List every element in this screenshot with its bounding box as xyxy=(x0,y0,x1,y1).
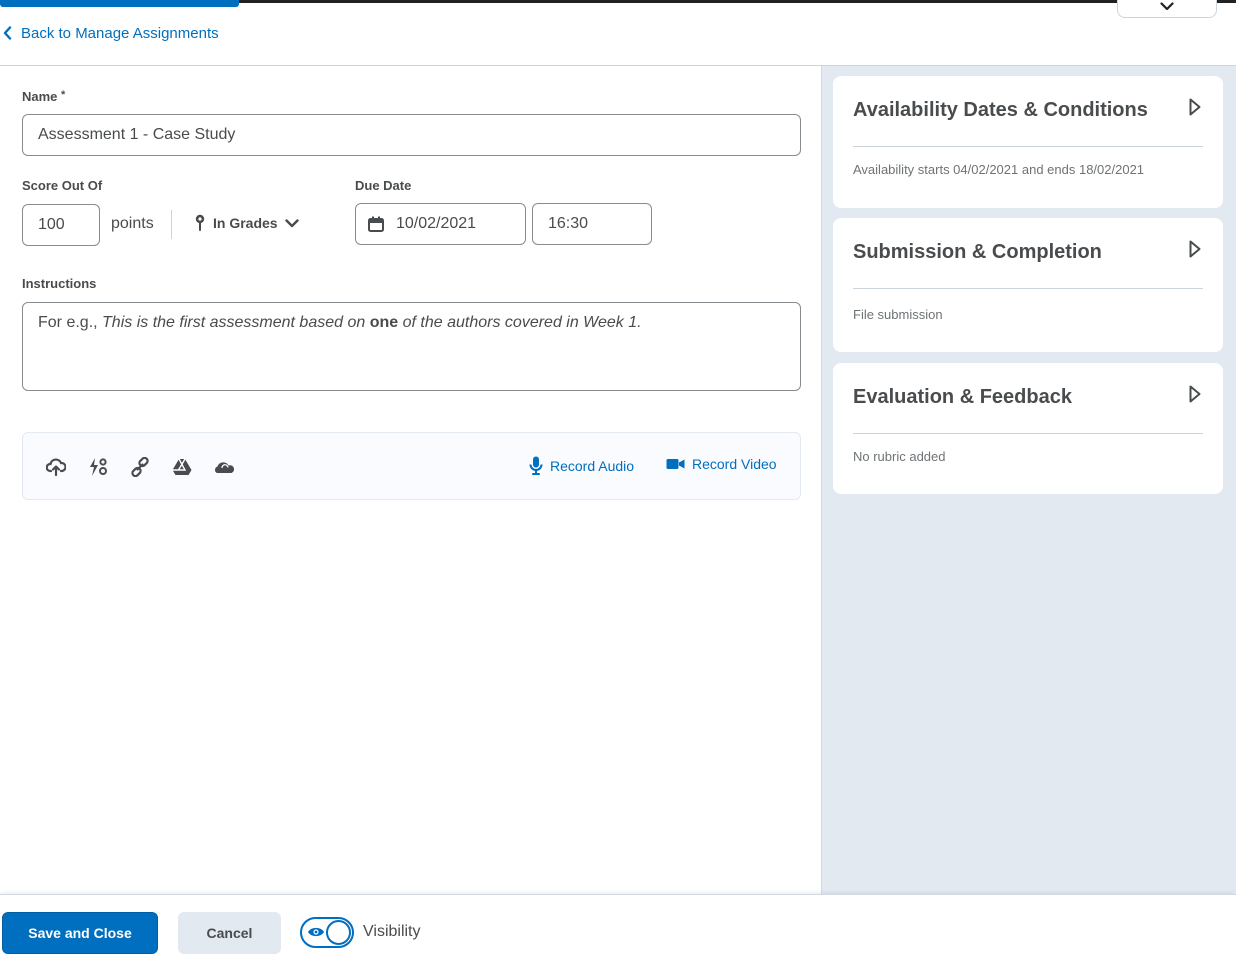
name-label-text: Name xyxy=(22,89,58,104)
name-input[interactable]: Assessment 1 - Case Study xyxy=(22,114,801,156)
upload-button[interactable] xyxy=(45,456,67,478)
onedrive-icon xyxy=(215,462,235,473)
link-icon xyxy=(131,457,149,477)
quicklink-button[interactable] xyxy=(87,456,109,478)
panel-title: Evaluation & Feedback xyxy=(853,386,1072,408)
google-drive-button[interactable] xyxy=(171,456,193,478)
score-input[interactable]: 100 xyxy=(22,204,100,246)
expand-triangle-icon[interactable] xyxy=(1189,240,1201,258)
toggle-knob xyxy=(326,920,351,945)
save-and-close-button[interactable]: Save and Close xyxy=(2,912,158,954)
insert-link-button[interactable] xyxy=(129,456,151,478)
due-time-input[interactable]: 16:30 xyxy=(532,203,652,245)
record-video-button[interactable]: Record Video xyxy=(666,456,777,472)
eye-icon xyxy=(308,927,324,937)
instructions-italic-part-1: This is the first assessment based on xyxy=(102,314,366,331)
active-tab-indicator xyxy=(0,0,239,7)
score-divider xyxy=(171,210,172,239)
availability-panel[interactable]: Availability Dates & Conditions Availabi… xyxy=(833,76,1223,208)
visibility-toggle[interactable] xyxy=(300,917,354,948)
visibility-label: Visibility xyxy=(363,923,421,940)
due-date-input[interactable]: 10/02/2021 xyxy=(355,203,526,245)
instructions-italic-part-2: of the authors covered in Week 1. xyxy=(402,314,642,331)
instructions-editor[interactable]: For e.g., This is the first assessment b… xyxy=(22,302,801,391)
assignment-form: Name * Assessment 1 - Case Study Score O… xyxy=(0,66,821,894)
panel-summary: File submission xyxy=(853,307,943,322)
expand-triangle-icon[interactable] xyxy=(1189,385,1201,403)
back-link-label: Back to Manage Assignments xyxy=(21,24,219,42)
video-camera-icon xyxy=(666,459,685,469)
pin-icon xyxy=(195,214,205,231)
footer-action-bar: Save and Close Cancel Visibility xyxy=(0,894,1236,966)
instructions-bold-word: one xyxy=(369,314,399,331)
due-date-value: 10/02/2021 xyxy=(396,215,477,232)
onedrive-button[interactable] xyxy=(213,456,235,478)
panel-summary: No rubric added xyxy=(853,449,946,464)
cancel-button[interactable]: Cancel xyxy=(178,912,281,954)
score-input-value: 100 xyxy=(38,216,65,233)
panel-title: Submission & Completion xyxy=(853,241,1102,263)
microphone-icon xyxy=(529,456,543,475)
panel-divider xyxy=(853,433,1203,434)
record-audio-button[interactable]: Record Audio xyxy=(529,456,634,475)
name-input-value: Assessment 1 - Case Study xyxy=(38,126,236,143)
chevron-down-icon xyxy=(1160,2,1174,11)
required-marker: * xyxy=(61,89,66,101)
attachments-bar: Record Audio Record Video xyxy=(22,432,801,500)
google-drive-icon xyxy=(172,458,192,475)
panel-divider xyxy=(853,146,1203,147)
top-dropdown-toggle[interactable] xyxy=(1117,0,1217,18)
submission-panel[interactable]: Submission & Completion File submission xyxy=(833,218,1223,352)
due-date-label: Due Date xyxy=(355,178,412,193)
chevron-left-icon xyxy=(3,26,12,40)
upload-icon xyxy=(46,458,66,476)
due-time-value: 16:30 xyxy=(548,215,589,232)
panel-title: Availability Dates & Conditions xyxy=(853,99,1148,121)
top-navbar-line xyxy=(0,0,1236,7)
instructions-prefix: For e.g., xyxy=(38,314,98,331)
points-label: points xyxy=(111,215,154,232)
chevron-down-icon xyxy=(284,218,299,227)
score-label: Score Out Of xyxy=(22,178,103,193)
in-grades-dropdown[interactable]: In Grades xyxy=(194,214,299,232)
back-to-manage-assignments-link[interactable]: Back to Manage Assignments xyxy=(3,22,219,44)
quicklink-icon xyxy=(90,458,107,476)
evaluation-panel[interactable]: Evaluation & Feedback No rubric added xyxy=(833,363,1223,494)
record-video-label: Record Video xyxy=(692,456,777,472)
panel-summary: Availability starts 04/02/2021 and ends … xyxy=(853,162,1145,177)
settings-sidebar: Availability Dates & Conditions Availabi… xyxy=(821,66,1236,894)
panel-divider xyxy=(853,288,1203,289)
record-audio-label: Record Audio xyxy=(550,457,635,474)
expand-triangle-icon[interactable] xyxy=(1189,98,1201,116)
calendar-icon xyxy=(368,216,384,232)
name-label: Name * xyxy=(22,89,65,104)
in-grades-label: In Grades xyxy=(213,215,278,231)
instructions-label: Instructions xyxy=(22,276,97,291)
